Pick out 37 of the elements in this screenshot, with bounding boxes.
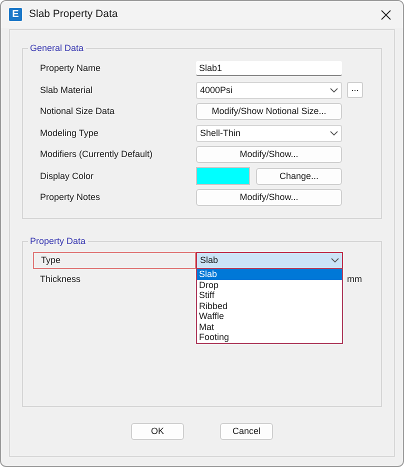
- dropdown-option[interactable]: Drop: [197, 280, 342, 290]
- type-label: Type: [33, 252, 196, 269]
- change-button[interactable]: Change...: [256, 168, 342, 185]
- dropdown-option[interactable]: Footing: [197, 332, 342, 342]
- group-title: General Data: [28, 43, 86, 54]
- field-label: Display Color: [40, 170, 95, 183]
- dropdown-option[interactable]: Slab: [197, 269, 342, 280]
- field-label: Notional Size Data: [40, 105, 116, 118]
- unit-label: mm: [347, 273, 362, 286]
- modify-button[interactable]: Modify/Show Notional Size...: [196, 103, 342, 120]
- field-label: Property Notes: [40, 191, 102, 204]
- browse-button[interactable]: ...: [347, 82, 363, 98]
- chevron-down-icon: [330, 130, 338, 136]
- thickness-label: Thickness: [40, 273, 82, 286]
- dropdown-field[interactable]: Shell-Thin: [196, 124, 342, 142]
- field-label: Property Name: [40, 62, 102, 75]
- dropdown-field[interactable]: 4000Psi: [196, 82, 342, 99]
- field-label: Modifiers (Currently Default): [40, 148, 154, 161]
- app-logo: E: [9, 8, 22, 21]
- field-label: Slab Material: [40, 84, 94, 96]
- chevron-down-icon: [331, 258, 339, 263]
- modify-button[interactable]: Modify/Show...: [196, 146, 342, 164]
- property-name-field[interactable]: Slab1: [196, 61, 342, 76]
- group-title: Property Data: [28, 236, 88, 247]
- dialog-button[interactable]: Cancel: [220, 423, 273, 440]
- dropdown-option[interactable]: Mat: [197, 322, 342, 332]
- dropdown-option[interactable]: Stiff: [197, 290, 342, 300]
- color-swatch[interactable]: [196, 167, 250, 186]
- window-title: Slab Property Data: [29, 6, 118, 22]
- field-label: Modeling Type: [40, 126, 100, 140]
- chevron-down-icon: [330, 88, 338, 93]
- close-icon[interactable]: [381, 10, 391, 20]
- modify-button[interactable]: Modify/Show...: [196, 189, 342, 206]
- dropdown-option[interactable]: Waffle: [197, 311, 342, 322]
- dropdown-option[interactable]: Ribbed: [197, 300, 342, 311]
- dialog-button[interactable]: OK: [131, 423, 184, 440]
- type-dropdown[interactable]: Slab: [196, 252, 343, 269]
